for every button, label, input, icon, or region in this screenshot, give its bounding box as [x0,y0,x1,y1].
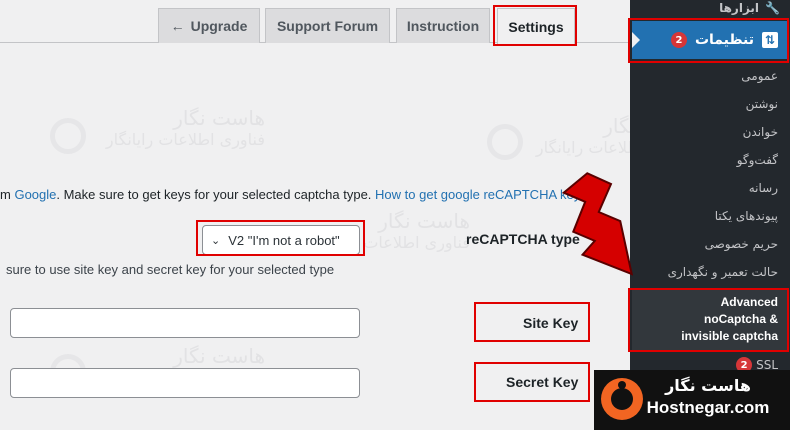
highlight-nocaptcha-menu [628,288,789,352]
sidebar-sub-maintenance[interactable]: حالت تعمیر و نگهداری [668,265,778,279]
hostnegar-brand: هاست نگار Hostnegar.com [594,370,790,430]
sidebar-tools-label: ابزارها [719,1,760,15]
watermark-logo [487,124,523,160]
sidebar-sub-general[interactable]: عمومی [741,69,778,83]
sidebar-sub-discussion[interactable]: گفت‌وگو [737,153,778,167]
tab-instruction-label: Instruction [406,18,480,34]
description-prefix: m [0,187,15,202]
sidebar-item-tools[interactable]: ابزارها 🔧 [630,0,790,16]
highlight-site-key [474,302,590,342]
captcha-description: m Google. Make sure to get keys for your… [0,187,587,202]
google-link[interactable]: Google [14,187,56,202]
tab-upgrade-label: Upgrade [190,18,248,34]
watermark-title: هاست نگار [173,106,265,130]
site-key-input[interactable] [10,308,360,338]
watermark-logo [50,118,86,154]
highlight-settings-tab [493,5,577,46]
admin-sidebar: ابزارها 🔧 2 تنظیمات ⇅ عمومی نوشتن خواندن… [630,0,790,430]
wrench-icon: 🔧 [765,1,780,15]
arrow-left-icon: ← [170,18,185,34]
sidebar-sub-permalinks[interactable]: پیوندهای یکتا [715,209,778,223]
sidebar-sub-privacy[interactable]: حریم خصوصی [705,237,778,251]
hostnegar-logo-icon [601,378,643,420]
highlight-secret-key [474,362,590,402]
tab-upgrade[interactable]: ← Upgrade [158,8,260,43]
captcha-type-hint: sure to use site key and secret key for … [6,262,335,277]
secret-key-input[interactable] [10,368,360,398]
brand-name: هاست نگار [665,376,751,395]
tab-instruction[interactable]: Instruction [396,8,490,43]
tab-support-label: Support Forum [276,18,379,34]
sidebar-sub-writing[interactable]: نوشتن [746,97,778,111]
watermark-title: هاست نگار [173,344,265,368]
sidebar-sub-media[interactable]: رسانه [749,181,778,195]
watermark-subtitle: فناوری اطلاعات رایانگار [105,130,265,149]
watermark: هاست نگار فناوری اطلاعات رایانگار [95,106,265,149]
red-arrow-icon [561,172,634,276]
tab-support-forum[interactable]: Support Forum [265,8,390,43]
sidebar-sub-reading[interactable]: خواندن [743,125,778,139]
description-text: . Make sure to get keys for your selecte… [56,187,376,202]
highlight-captcha-type [196,220,365,256]
brand-url: Hostnegar.com [646,398,770,417]
highlight-settings-menu [628,18,789,63]
